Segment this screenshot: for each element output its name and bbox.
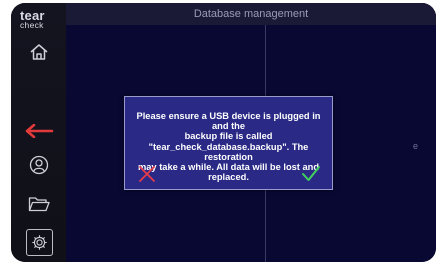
sidebar: tear check	[11, 3, 66, 262]
settings-button[interactable]	[26, 229, 53, 256]
logo-line-2: check	[20, 20, 44, 30]
home-icon	[30, 44, 47, 60]
cancel-button[interactable]	[138, 165, 156, 183]
checkmark-icon	[302, 166, 320, 181]
confirm-button[interactable]	[301, 165, 320, 183]
dialog-message: Please ensure a USB device is plugged in…	[136, 111, 321, 183]
user-icon	[29, 155, 48, 175]
back-arrow-icon	[25, 124, 53, 138]
folder-button[interactable]	[11, 196, 66, 212]
user-button[interactable]	[11, 155, 66, 175]
background-label-right: e	[413, 141, 419, 151]
settings-gear-icon	[32, 235, 47, 250]
page-title: Database management	[66, 3, 436, 25]
close-x-icon	[139, 166, 155, 182]
tear-check-logo: tear check	[20, 9, 45, 30]
folder-icon	[28, 197, 50, 212]
restore-confirm-dialog: Please ensure a USB device is plugged in…	[124, 96, 333, 190]
home-button[interactable]	[11, 43, 66, 61]
back-button[interactable]	[11, 124, 66, 138]
